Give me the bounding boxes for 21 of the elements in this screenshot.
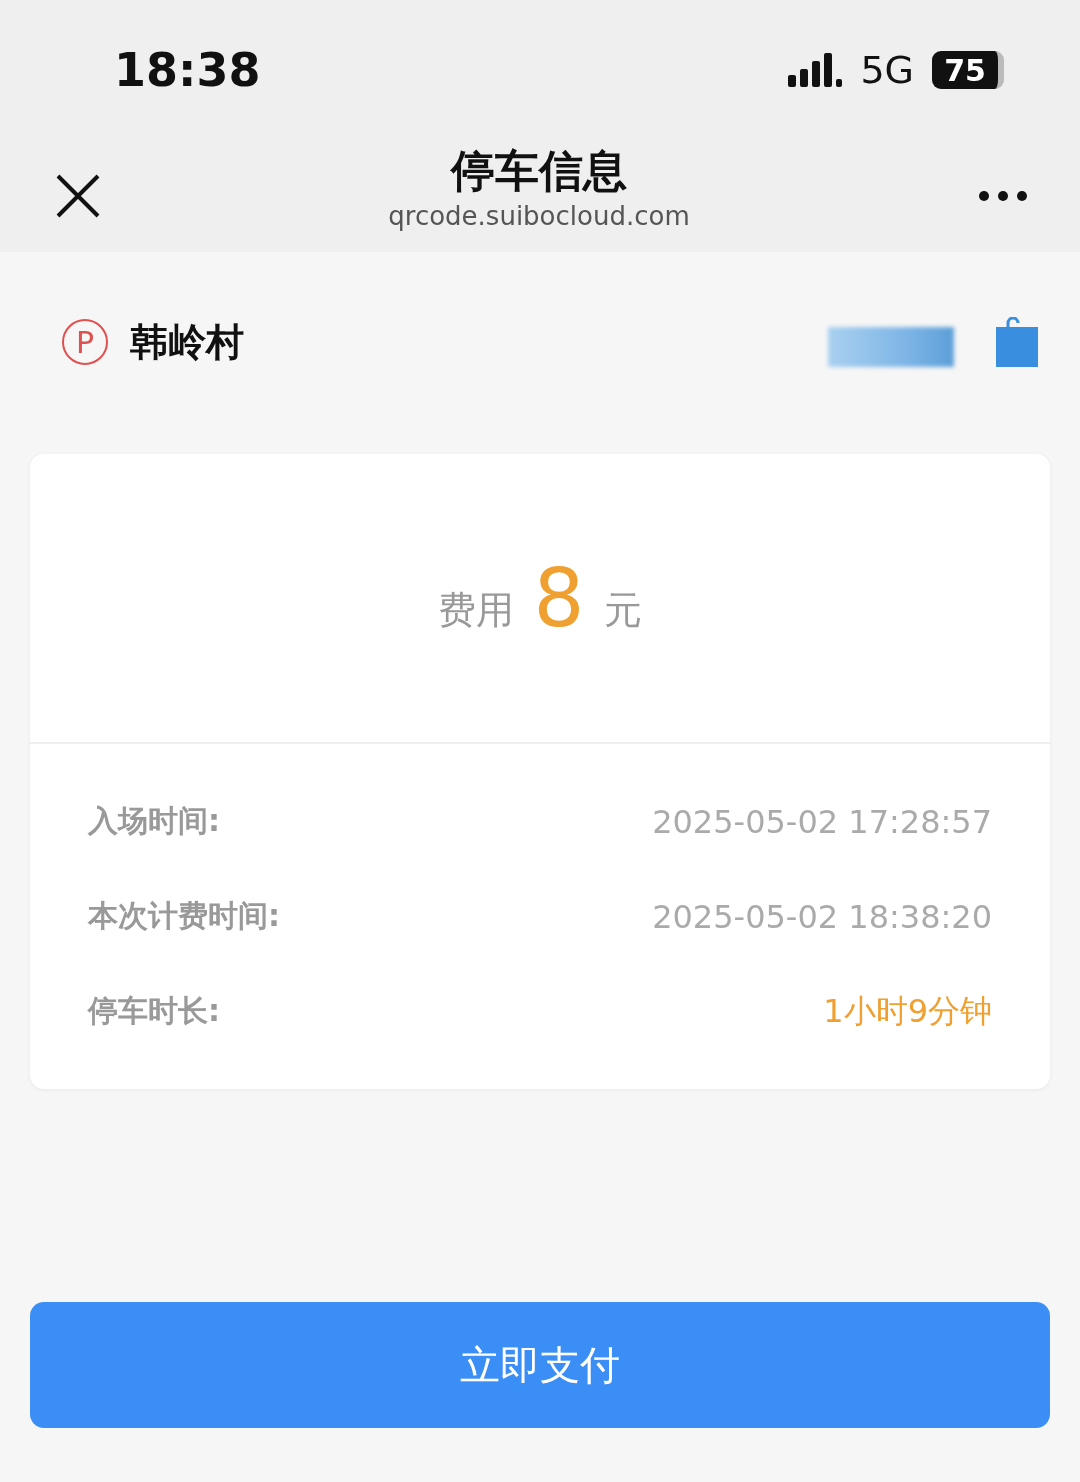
parking-lot-name: 韩岭村: [130, 318, 244, 366]
clock-time: 18:38: [114, 43, 261, 97]
detail-value: 1小时9分钟: [823, 990, 992, 1032]
fee-label: 费用: [437, 586, 514, 634]
page-url: qrcode.suibocloud.com: [388, 200, 690, 231]
more-icon[interactable]: [978, 190, 1028, 202]
detail-label: 入场时间:: [88, 802, 220, 840]
fee-amount: 8: [533, 551, 585, 645]
battery-indicator: 75: [932, 51, 1004, 89]
parking-badge: P: [62, 319, 108, 365]
detail-value: 2025-05-02 18:38:20: [652, 897, 992, 936]
network-label: 5G: [860, 48, 914, 92]
detail-label: 本次计费时间:: [88, 897, 280, 935]
signal-icon: [788, 51, 843, 89]
bag-icon[interactable]: [994, 317, 1038, 367]
detail-value: 2025-05-02 17:28:57: [652, 802, 992, 841]
page-title: 停车信息: [451, 143, 627, 198]
currency-unit: 元: [604, 586, 643, 634]
close-icon[interactable]: [56, 174, 100, 218]
pay-button[interactable]: 立即支付: [30, 1302, 1050, 1428]
detail-label: 停车时长:: [88, 992, 220, 1030]
